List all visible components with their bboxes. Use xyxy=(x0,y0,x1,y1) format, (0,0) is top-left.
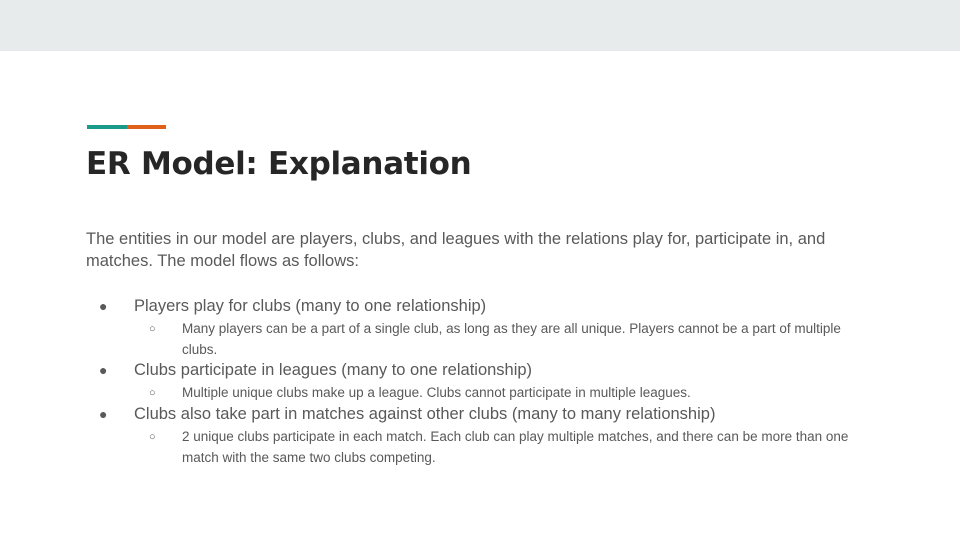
header-band xyxy=(0,0,960,51)
sub-bullet-marker: ○ xyxy=(149,431,156,443)
sub-bullet-matches: 2 unique clubs participate in each match… xyxy=(182,429,849,465)
sub-bullet-marker: ○ xyxy=(149,323,156,335)
title-accent-bar xyxy=(87,125,166,129)
sub-bullet-marker: ○ xyxy=(149,387,156,399)
accent-teal-segment xyxy=(87,125,127,129)
bullet-item-clubs-leagues: Clubs participate in leagues (many to on… xyxy=(134,361,533,379)
bullet-marker: ● xyxy=(99,406,108,422)
bullet-item-players: Players play for clubs (many to one rela… xyxy=(134,297,487,315)
intro-paragraph: The entities in our model are players, c… xyxy=(86,230,826,270)
accent-orange-segment xyxy=(127,125,166,129)
bullet-marker: ● xyxy=(99,298,108,314)
sub-bullet-players: Many players can be a part of a single c… xyxy=(182,321,841,357)
bullet-marker: ● xyxy=(99,362,108,378)
slide-title: ER Model: Explanation xyxy=(86,146,472,182)
sub-bullet-clubs-leagues: Multiple unique clubs make up a league. … xyxy=(182,385,691,400)
bullet-item-matches: Clubs also take part in matches against … xyxy=(134,405,716,423)
